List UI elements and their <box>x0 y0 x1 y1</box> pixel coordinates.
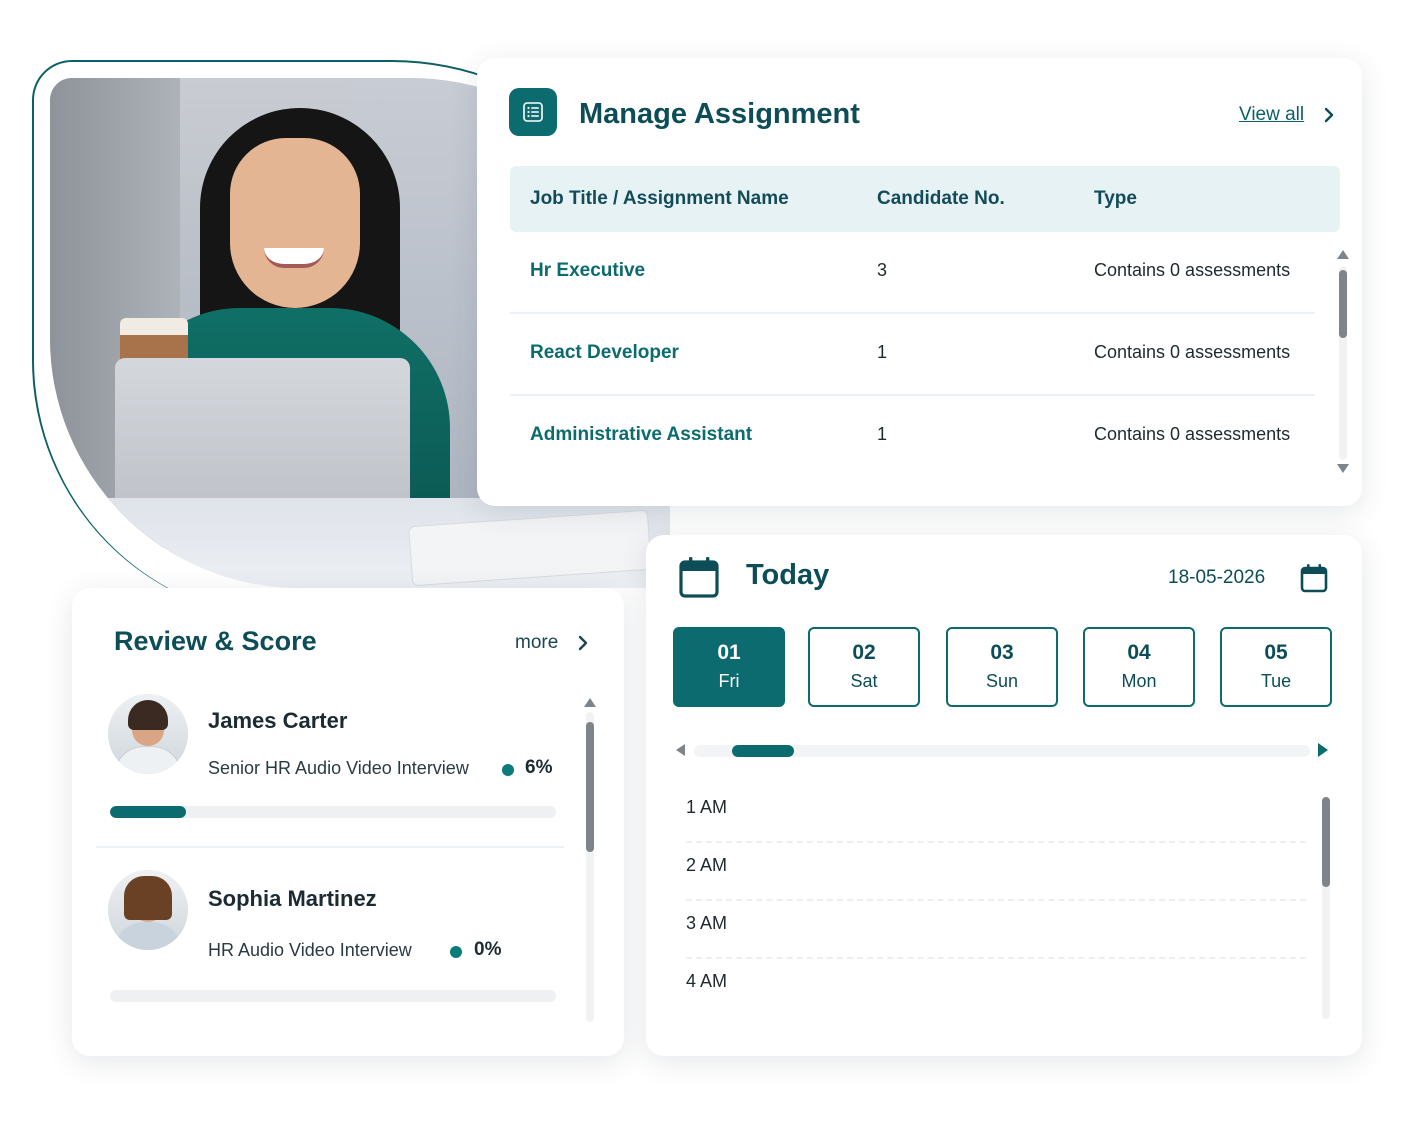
scrollbar-thumb[interactable] <box>1322 797 1330 887</box>
hour-label: 2 AM <box>686 855 728 875</box>
scroll-up-icon[interactable] <box>1337 250 1349 259</box>
scrollbar-thumb[interactable] <box>586 722 594 852</box>
view-all-link[interactable]: View all <box>1239 104 1304 126</box>
day-number: 03 <box>990 641 1014 664</box>
score-percent: 6% <box>525 757 553 778</box>
review-scrollbar[interactable] <box>584 698 596 1022</box>
candidate-count: 1 <box>877 342 888 362</box>
table-row[interactable]: Administrative Assistant 1 Contains 0 as… <box>510 396 1315 478</box>
day-number: 02 <box>852 641 876 664</box>
hour-label: 1 AM <box>686 797 728 817</box>
day-name: Fri <box>718 671 740 691</box>
list-item[interactable]: Sophia Martinez HR Audio Video Interview… <box>96 870 566 1002</box>
table-scrollbar[interactable] <box>1337 250 1349 476</box>
scrollbar-thumb[interactable] <box>732 745 794 757</box>
day-tab-fri[interactable]: 01 Fri <box>673 627 785 707</box>
scrollbar-thumb[interactable] <box>1339 270 1347 338</box>
table-row[interactable]: Hr Executive 3 Contains 0 assessments <box>510 232 1315 314</box>
scroll-right-icon[interactable] <box>1318 743 1328 757</box>
today-card: Today 18-05-2026 01 Fri 02 Sat 03 Sun 04… <box>646 535 1362 1056</box>
day-tab-sun[interactable]: 03 Sun <box>946 627 1058 707</box>
candidate-role: Senior HR Audio Video Interview <box>208 758 469 778</box>
scroll-left-icon[interactable] <box>676 744 685 756</box>
assignment-type: Contains 0 assessments <box>1094 342 1291 362</box>
assignment-name[interactable]: Hr Executive <box>530 260 645 282</box>
scroll-up-icon[interactable] <box>584 698 596 707</box>
days-scrollbar[interactable] <box>676 740 1328 760</box>
chevron-right-icon[interactable] <box>1319 104 1339 126</box>
candidate-role: HR Audio Video Interview <box>208 940 412 960</box>
candidate-name: James Carter <box>208 708 348 733</box>
day-tab-tue[interactable]: 05 Tue <box>1220 627 1332 707</box>
review-score-card: Review & Score more James Carter Senior … <box>72 588 624 1056</box>
day-name: Mon <box>1121 671 1157 691</box>
assignment-title: Manage Assignment <box>579 98 860 130</box>
time-slot[interactable]: 1 AM <box>686 785 1306 843</box>
status-dot <box>450 946 462 958</box>
assignment-type: Contains 0 assessments <box>1094 424 1291 444</box>
today-title: Today <box>746 559 830 591</box>
day-number: 05 <box>1264 641 1288 664</box>
list-item[interactable]: James Carter Senior HR Audio Video Inter… <box>96 692 566 822</box>
more-link[interactable]: more <box>515 632 558 654</box>
score-progress-fill <box>110 806 186 818</box>
day-tab-mon[interactable]: 04 Mon <box>1083 627 1195 707</box>
avatar <box>108 694 188 774</box>
column-type: Type <box>1094 188 1137 209</box>
manage-assignment-card: Manage Assignment View all Job Title / A… <box>477 58 1362 506</box>
calendar-icon[interactable] <box>1300 563 1328 593</box>
current-date: 18-05-2026 <box>1168 567 1266 588</box>
time-slot[interactable]: 3 AM <box>686 901 1306 959</box>
day-name: Tue <box>1260 671 1292 691</box>
time-slot[interactable]: 2 AM <box>686 843 1306 901</box>
hour-label: 3 AM <box>686 913 728 933</box>
candidate-name: Sophia Martinez <box>208 886 377 911</box>
column-job-title: Job Title / Assignment Name <box>530 188 789 209</box>
assignment-name[interactable]: React Developer <box>530 342 679 364</box>
day-tab-sat[interactable]: 02 Sat <box>808 627 920 707</box>
list-icon <box>509 88 557 136</box>
hour-label: 4 AM <box>686 971 728 991</box>
hours-scrollbar[interactable] <box>1320 797 1330 1019</box>
score-percent: 0% <box>474 939 502 960</box>
status-dot <box>502 764 514 776</box>
column-candidate-no: Candidate No. <box>877 188 1005 209</box>
day-name: Sun <box>985 671 1019 691</box>
table-row[interactable]: React Developer 1 Contains 0 assessments <box>510 314 1315 396</box>
assignment-name[interactable]: Administrative Assistant <box>530 424 752 446</box>
day-name: Sat <box>850 671 878 691</box>
candidate-count: 3 <box>877 260 888 280</box>
calendar-icon <box>678 555 720 599</box>
review-title: Review & Score <box>114 626 317 656</box>
time-slot[interactable]: 4 AM <box>686 959 1306 1017</box>
candidate-count: 1 <box>877 424 888 444</box>
avatar <box>108 870 188 950</box>
assignment-type: Contains 0 assessments <box>1094 260 1291 280</box>
day-number: 01 <box>717 641 741 664</box>
score-progress-bar <box>110 990 556 1002</box>
day-number: 04 <box>1127 641 1151 664</box>
scroll-down-icon[interactable] <box>1337 464 1349 473</box>
score-progress-bar <box>110 806 556 818</box>
chevron-right-icon[interactable] <box>574 632 592 654</box>
assignment-table-header: Job Title / Assignment Name Candidate No… <box>510 166 1340 232</box>
divider <box>96 846 564 848</box>
